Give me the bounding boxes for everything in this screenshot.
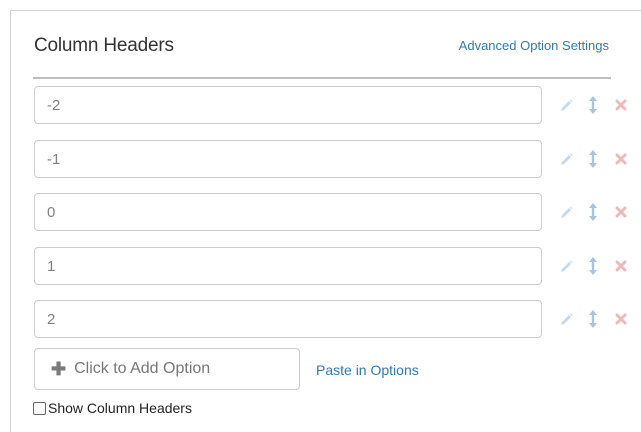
move-arrows-icon[interactable]: [584, 256, 602, 276]
delete-x-icon[interactable]: [612, 149, 630, 169]
option-row: [34, 193, 634, 231]
delete-x-icon[interactable]: [612, 256, 630, 276]
option-row: [34, 300, 634, 338]
add-option-label: Click to Add Option: [74, 360, 211, 377]
option-input[interactable]: [34, 86, 542, 124]
option-input[interactable]: [34, 140, 542, 178]
pencil-icon[interactable]: [557, 202, 575, 222]
pencil-icon[interactable]: [557, 309, 575, 329]
option-input[interactable]: [34, 300, 542, 338]
divider: [33, 77, 611, 79]
delete-x-icon[interactable]: [612, 309, 630, 329]
pencil-icon[interactable]: [557, 95, 575, 115]
delete-x-icon[interactable]: [612, 202, 630, 222]
column-headers-panel: Column Headers Advanced Option Settings: [10, 10, 641, 432]
move-arrows-icon[interactable]: [584, 202, 602, 222]
delete-x-icon[interactable]: [612, 95, 630, 115]
option-input[interactable]: [34, 247, 542, 285]
option-row: [34, 247, 634, 285]
pencil-icon[interactable]: [557, 149, 575, 169]
show-column-headers-label[interactable]: Show Column Headers: [48, 400, 192, 416]
show-column-headers-checkbox[interactable]: [33, 401, 46, 415]
option-row: [34, 86, 634, 124]
option-input[interactable]: [34, 193, 542, 231]
option-row: [34, 140, 634, 178]
add-option-button[interactable]: ✚ Click to Add Option: [34, 348, 300, 390]
show-column-headers-option: Show Column Headers: [33, 400, 192, 416]
paste-in-options-link[interactable]: Paste in Options: [316, 362, 419, 378]
pencil-icon[interactable]: [557, 256, 575, 276]
plus-icon: ✚: [51, 359, 67, 379]
move-arrows-icon[interactable]: [584, 95, 602, 115]
section-title: Column Headers: [34, 35, 174, 56]
advanced-option-settings-link[interactable]: Advanced Option Settings: [459, 38, 609, 53]
move-arrows-icon[interactable]: [584, 309, 602, 329]
move-arrows-icon[interactable]: [584, 149, 602, 169]
